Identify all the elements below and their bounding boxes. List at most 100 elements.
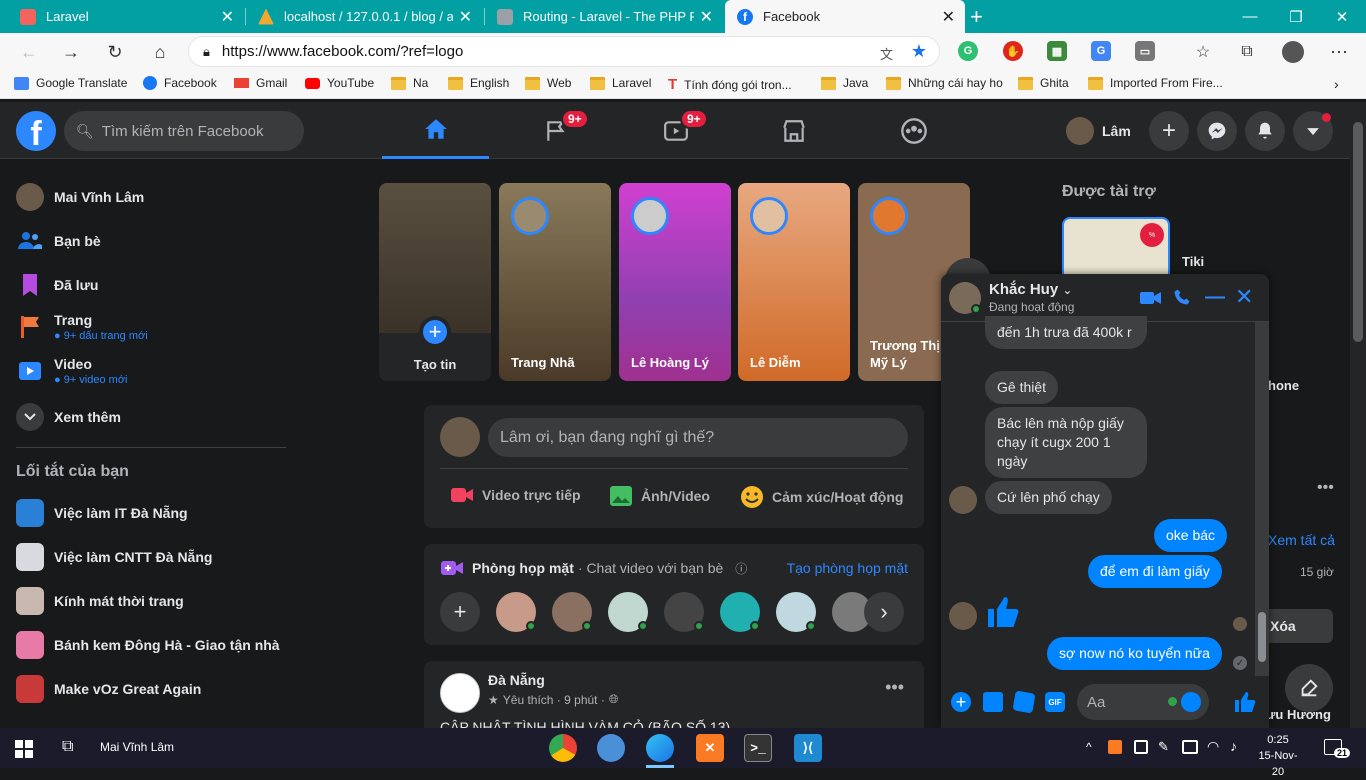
reload-button[interactable]: ↻	[102, 39, 128, 65]
terminal-icon[interactable]: >_	[744, 734, 772, 762]
notifications-button[interactable]	[1245, 111, 1285, 151]
live-video-button[interactable]: Video trực tiếp	[450, 486, 581, 504]
minimize-button[interactable]: —	[1227, 0, 1273, 33]
create-button[interactable]: +	[1149, 111, 1189, 151]
ad-name[interactable]: Tiki	[1182, 254, 1204, 269]
nav-watch[interactable]: 9+	[622, 102, 729, 159]
task-view-icon[interactable]: ⧉	[62, 738, 73, 756]
story-create[interactable]: + Tạo tin	[379, 183, 491, 381]
vscode-icon[interactable]: ⟩⟨	[794, 734, 822, 762]
tab-phpmyadmin[interactable]: localhost / 127.0.0.1 / blog / artic ✕	[246, 0, 482, 33]
tab-routing[interactable]: Routing - Laravel - The PHP Fram ✕	[485, 0, 723, 33]
close-chat-icon[interactable]: ✕	[1235, 284, 1253, 310]
nav-pages[interactable]: 9+	[503, 102, 610, 159]
video-call-icon[interactable]	[1139, 289, 1163, 307]
chat-scrollbar-thumb[interactable]	[1258, 612, 1266, 662]
translate-icon[interactable]: 文	[880, 44, 893, 63]
close-tab-icon[interactable]: ✕	[459, 7, 472, 27]
post-more-icon[interactable]: •••	[885, 677, 904, 698]
messenger-button[interactable]	[1197, 111, 1237, 151]
tray-chevron-icon[interactable]: ^	[1086, 740, 1092, 754]
sidebar-item-saved[interactable]: Đã lưu	[16, 271, 98, 299]
volume-icon[interactable]: ♪	[1230, 738, 1237, 754]
minimize-chat-icon[interactable]: —	[1205, 286, 1225, 309]
chat-scrollbar[interactable]	[1255, 322, 1269, 676]
bookmark-folder-laravel[interactable]: Laravel	[590, 76, 651, 90]
create-room-button[interactable]: +	[440, 592, 480, 632]
bookmark-google-translate[interactable]: Google Translate	[14, 76, 127, 90]
shortcut-item[interactable]: Bánh kem Đông Hà - Giao tận nhà	[16, 631, 280, 659]
url-field[interactable]: 🔒︎ https://www.facebook.com/?ref=logo 文 …	[188, 36, 940, 67]
xampp-tray-icon[interactable]	[1108, 740, 1122, 754]
bookmark-folder-hay-ho[interactable]: Những cái hay ho	[886, 76, 1003, 90]
shortcut-item[interactable]: Make vOz Great Again	[16, 675, 201, 703]
sidebar-item-see-more[interactable]: Xem thêm	[16, 403, 121, 431]
close-tab-icon[interactable]: ✕	[221, 7, 234, 27]
nav-home[interactable]	[382, 102, 489, 159]
page-scrollbar-thumb[interactable]	[1353, 122, 1363, 342]
chrome-icon[interactable]	[549, 734, 577, 762]
more-icon[interactable]: •••	[1317, 479, 1334, 497]
tray-app-icon[interactable]	[1134, 740, 1148, 754]
shortcut-item[interactable]: Việc làm CNTT Đà Nẵng	[16, 543, 212, 571]
tab-facebook[interactable]: f Facebook ✕	[725, 0, 965, 33]
facebook-logo-icon[interactable]: f	[16, 111, 56, 151]
profile-chip[interactable]: Lâm	[1066, 114, 1131, 148]
pen-icon[interactable]: ✎	[1158, 739, 1169, 755]
bookmark-gmail[interactable]: Gmail	[234, 76, 287, 90]
attach-photo-icon[interactable]	[983, 692, 1003, 712]
delete-button[interactable]: Xóa	[1262, 609, 1333, 643]
grammarly-icon[interactable]: G	[958, 41, 978, 61]
photo-video-button[interactable]: Ảnh/Video	[609, 485, 710, 507]
close-tab-icon[interactable]: ✕	[700, 7, 713, 27]
bookmark-tinh-dong-goi[interactable]: T Tính đóng gói tron...	[668, 76, 792, 93]
new-tab-button[interactable]: +	[970, 4, 983, 30]
story-card[interactable]: Lê Hoàng Lý	[619, 183, 731, 381]
favorite-star-icon[interactable]: ★	[911, 41, 927, 62]
chat-contact-name[interactable]: Khắc Huy ⌄	[989, 281, 1072, 298]
tab-laravel[interactable]: Laravel ✕	[8, 0, 244, 33]
chat-message-input[interactable]: Aa	[1077, 684, 1209, 720]
info-icon[interactable]: ⓘ	[735, 560, 747, 577]
edge-icon[interactable]	[646, 734, 674, 762]
emoji-icon[interactable]	[1181, 692, 1201, 712]
see-all-link[interactable]: Xem tất cả	[1268, 532, 1335, 548]
forward-button[interactable]: →	[58, 39, 84, 65]
google-translate-ext-icon[interactable]: G	[1091, 41, 1111, 61]
bookmark-folder-english[interactable]: English	[448, 76, 509, 90]
bookmark-folder-na[interactable]: Na	[391, 76, 428, 90]
bookmark-facebook[interactable]: Facebook	[143, 76, 217, 90]
more-actions-plus-icon[interactable]: +	[951, 692, 971, 712]
composer-input[interactable]: Lâm ơi, bạn đang nghĩ gì thế?	[488, 418, 908, 457]
cast-icon[interactable]: ▭	[1135, 41, 1155, 61]
sidebar-item-video[interactable]: Video ● 9+ video mới	[16, 356, 127, 386]
restore-button[interactable]: ❐	[1273, 0, 1319, 33]
bookmark-folder-ghita[interactable]: Ghita	[1018, 76, 1069, 90]
phone-icon[interactable]	[1173, 288, 1191, 306]
nav-groups[interactable]	[860, 102, 967, 159]
feeling-button[interactable]: Cảm xúc/Hoạt động	[740, 485, 903, 509]
bookmarks-overflow-chevron-icon[interactable]: ›	[1334, 76, 1339, 92]
bookmark-youtube[interactable]: YouTube	[305, 76, 374, 90]
weather-app-icon[interactable]	[597, 734, 625, 762]
new-message-button[interactable]	[1285, 664, 1333, 712]
profile-avatar-icon[interactable]	[1282, 41, 1304, 63]
sidebar-item-friends[interactable]: Bạn bè	[16, 227, 101, 255]
account-menu-button[interactable]	[1293, 111, 1333, 151]
collections-icon[interactable]: ⧉	[1234, 39, 1260, 65]
extension-icon[interactable]: ▦	[1047, 41, 1067, 61]
windows-start-icon[interactable]	[15, 740, 33, 758]
story-card[interactable]: Trang Nhã	[499, 183, 611, 381]
rooms-next-chevron-icon[interactable]: ›	[864, 592, 904, 632]
create-room-link[interactable]: Tạo phòng họp mặt	[787, 560, 908, 576]
wifi-icon[interactable]: ◠	[1207, 738, 1219, 755]
shortcut-item[interactable]: Việc làm IT Đà Nẵng	[16, 499, 188, 527]
story-card[interactable]: Lê Diễm	[738, 183, 850, 381]
nav-marketplace[interactable]	[740, 102, 847, 159]
taskbar-clock[interactable]: 0:25 15-Nov-20	[1256, 732, 1300, 780]
post-author[interactable]: Đà Nẵng	[488, 672, 545, 688]
page-avatar[interactable]	[440, 673, 480, 713]
xampp-icon[interactable]: ✕	[696, 734, 724, 762]
facebook-search-input[interactable]: 🔍︎ Tìm kiếm trên Facebook	[64, 111, 304, 151]
home-button[interactable]: ⌂	[147, 39, 173, 65]
